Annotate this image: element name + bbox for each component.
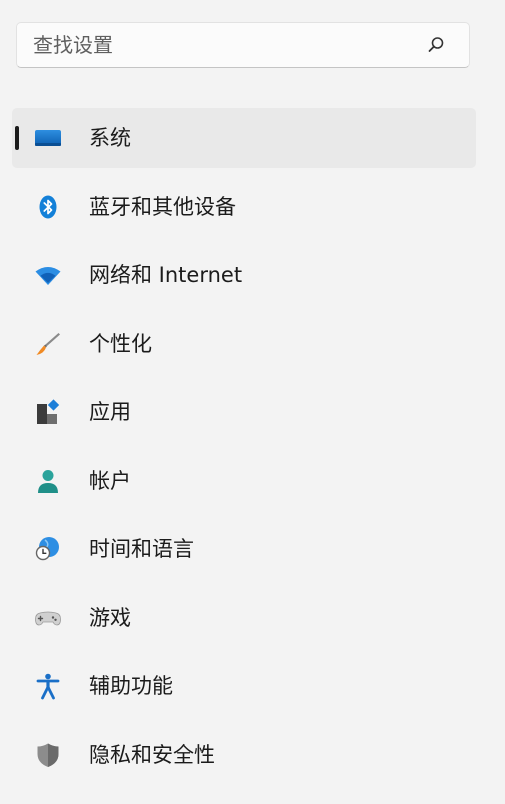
- gamepad-icon: [34, 604, 62, 632]
- search-icon[interactable]: [425, 34, 447, 56]
- nav-item-time-language[interactable]: 时间和语言: [12, 519, 476, 579]
- settings-nav-list: 系统 蓝牙和其他设备 网络和 Internet 个性化 应用 帐户 时间和语言 …: [12, 108, 476, 793]
- nav-item-label: 帐户: [89, 468, 131, 493]
- account-icon: [34, 467, 62, 495]
- brush-icon: [34, 330, 62, 358]
- nav-item-label: 网络和 Internet: [89, 263, 243, 287]
- nav-item-privacy-security[interactable]: 隐私和安全性: [12, 725, 476, 785]
- nav-item-label: 隐私和安全性: [89, 742, 215, 767]
- search-input[interactable]: [17, 23, 425, 67]
- system-icon: [34, 124, 62, 152]
- nav-item-label: 蓝牙和其他设备: [89, 194, 236, 219]
- nav-item-apps[interactable]: 应用: [12, 382, 476, 442]
- nav-item-bluetooth-devices[interactable]: 蓝牙和其他设备: [12, 177, 476, 237]
- nav-item-label: 应用: [89, 400, 131, 424]
- nav-item-network-internet[interactable]: 网络和 Internet: [12, 245, 476, 305]
- nav-item-label: 系统: [89, 126, 131, 150]
- nav-item-label: 辅助功能: [89, 674, 173, 698]
- search-box[interactable]: [16, 22, 470, 68]
- wifi-icon: [34, 261, 62, 289]
- nav-item-label: 时间和语言: [89, 537, 194, 561]
- shield-icon: [34, 741, 62, 769]
- nav-item-gaming[interactable]: 游戏: [12, 588, 476, 648]
- apps-icon: [34, 398, 62, 426]
- nav-item-label: 个性化: [89, 331, 152, 356]
- accessibility-icon: [34, 672, 62, 700]
- nav-item-accessibility[interactable]: 辅助功能: [12, 656, 476, 716]
- settings-navigation-pane: 系统 蓝牙和其他设备 网络和 Internet: [0, 0, 500, 804]
- nav-item-accounts[interactable]: 帐户: [12, 451, 476, 511]
- bluetooth-icon: [34, 193, 62, 221]
- time-language-icon: [34, 535, 62, 563]
- nav-item-label: 游戏: [89, 605, 131, 630]
- nav-item-system[interactable]: 系统: [12, 108, 476, 168]
- selection-indicator: [15, 126, 19, 150]
- nav-item-personalization[interactable]: 个性化: [12, 314, 476, 374]
